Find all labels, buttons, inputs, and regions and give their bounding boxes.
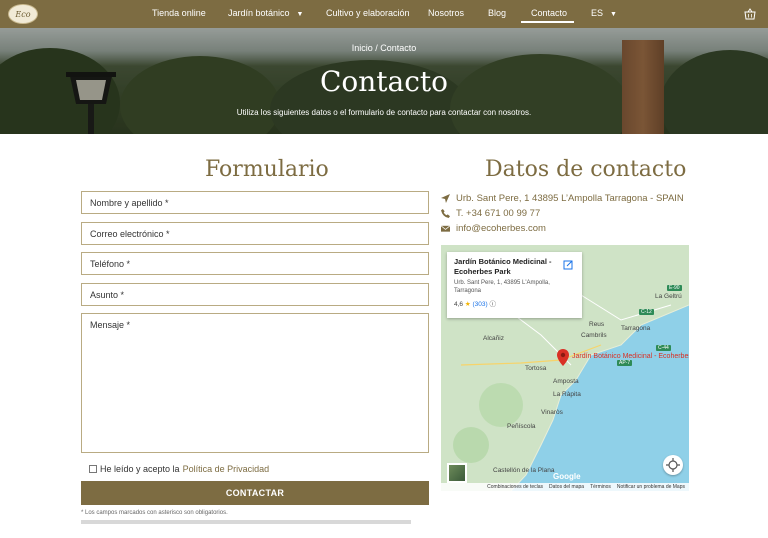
place-name[interactable]: Jardín Botánico Medicinal - Ecoherbes Pa…	[454, 257, 554, 277]
road-shield: C-44	[656, 345, 671, 351]
map-place-label: La Geltrú	[655, 293, 682, 300]
name-field[interactable]: Nombre y apellido *	[81, 191, 429, 214]
rating-value: 4,6	[454, 301, 464, 308]
map-data-link[interactable]: Datos del mapa	[549, 483, 584, 491]
active-nav-underline	[521, 21, 574, 23]
phone-icon	[441, 209, 450, 218]
open-in-maps-icon[interactable]	[563, 260, 573, 270]
page-title: Contacto	[319, 65, 449, 98]
nav-label: ES	[591, 8, 604, 18]
nav-label: Nosotros	[428, 8, 465, 18]
map-pin-icon[interactable]	[557, 349, 569, 366]
chevron-down-icon: ▼	[296, 11, 304, 18]
place-info-card[interactable]: Jardín Botánico Medicinal - Ecoherbes Pa…	[447, 252, 582, 318]
info-icon[interactable]: ⓘ	[490, 301, 497, 308]
form-title: Formulario	[205, 157, 329, 182]
nav-item-nosotros[interactable]: Nosotros	[428, 8, 464, 18]
hero-banner: Inicio / Contacto Contacto Utiliza los s…	[0, 28, 768, 134]
map-place-label: Amposta	[553, 378, 579, 385]
nav-label: Blog	[488, 8, 507, 18]
google-logo: Google	[553, 472, 581, 481]
terms-link[interactable]: Términos	[590, 483, 611, 491]
pin-label[interactable]: Jardín Botánico Medicinal - Ecoherbes	[572, 353, 689, 361]
map-place-label: La Ràpita	[553, 391, 581, 398]
keyboard-shortcuts-link[interactable]: Combinaciones de teclas	[487, 483, 543, 491]
nav-item-tienda-online[interactable]: Tienda online	[152, 8, 206, 18]
contact-title: Datos de contacto	[485, 157, 687, 182]
map-place-label: Castellón de la Plana	[493, 467, 555, 474]
privacy-policy-link[interactable]: Política de Privacidad	[183, 464, 270, 474]
map-footer: Combinaciones de teclas Datos del mapa T…	[441, 483, 689, 491]
nav-label: Jardín botánico	[228, 8, 290, 18]
map-layers-button[interactable]	[447, 463, 467, 483]
nav-item-blog[interactable]: Blog	[488, 8, 506, 18]
nav-label: Tienda online	[152, 8, 206, 18]
map-place-label: Reus	[589, 321, 605, 328]
consent-label: He leído y acepto la	[100, 464, 180, 474]
map-place-label: Alcañiz	[483, 335, 504, 342]
breadcrumb[interactable]: Inicio / Contacto	[0, 43, 768, 53]
email-field[interactable]: Correo electrónico *	[81, 222, 429, 245]
email-row[interactable]: info@ecoherbes.com	[441, 223, 546, 234]
chevron-down-icon: ▼	[610, 11, 617, 18]
address-text: Urb. Sant Pere, 1 43895 L’Ampolla Tarrag…	[456, 193, 684, 204]
field-placeholder: Teléfono *	[90, 259, 131, 269]
field-placeholder: Nombre y apellido *	[90, 198, 169, 208]
nav-item-contacto[interactable]: Contacto	[531, 8, 567, 18]
road-shield: C-12	[639, 309, 654, 315]
field-placeholder: Correo electrónico *	[90, 229, 170, 239]
address-row: Urb. Sant Pere, 1 43895 L’Ampolla Tarrag…	[441, 193, 684, 204]
phone-field[interactable]: Teléfono *	[81, 252, 429, 275]
road-shield: E-90	[667, 285, 682, 291]
email-text: info@ecoherbes.com	[456, 223, 546, 234]
privacy-checkbox[interactable]	[89, 465, 97, 473]
recenter-icon[interactable]	[663, 455, 683, 475]
required-fields-note: * Los campos marcados con asterisco son …	[81, 510, 228, 516]
ecoherbes-logo[interactable]: Eco	[8, 4, 38, 24]
place-rating: 4,6 ★ (303) ⓘ	[454, 298, 575, 308]
language-selector[interactable]: ES ▼	[591, 8, 617, 18]
cropped-legal-text	[81, 520, 411, 524]
map-place-label: Vinaròs	[541, 409, 563, 416]
map-place-label: Cambrils	[581, 332, 607, 339]
map-place-label: Peñíscola	[507, 423, 536, 430]
map-place-label: Tarragona	[621, 325, 651, 332]
subject-field[interactable]: Asunto *	[81, 283, 429, 306]
review-count-link[interactable]: (303)	[473, 301, 488, 308]
nav-item-cultivo-elaboracion[interactable]: Cultivo y elaboración	[326, 8, 410, 18]
top-navigation: Eco Tienda online Jardín botánico ▼ Culti…	[0, 0, 768, 28]
basket-icon[interactable]	[744, 8, 756, 20]
phone-row[interactable]: T. +34 671 00 99 77	[441, 208, 540, 219]
phone-text: T. +34 671 00 99 77	[456, 208, 541, 219]
field-placeholder: Mensaje *	[90, 320, 131, 330]
privacy-consent: He leído y acepto la Política de Privaci…	[89, 464, 269, 474]
place-address: Urb. Sant Pere, 1, 43895 L'Ampolla, Tarr…	[454, 280, 550, 294]
nav-label: Contacto	[531, 8, 568, 18]
message-textarea[interactable]: Mensaje *	[81, 313, 429, 453]
logo-text: Eco	[15, 9, 31, 19]
google-map[interactable]: Jardín Botánico Medicinal - Ecoherbes Pa…	[441, 245, 689, 491]
location-arrow-icon	[441, 194, 450, 203]
nav-item-jardin-botanico[interactable]: Jardín botánico ▼	[228, 8, 303, 18]
nav-label: Cultivo y elaboración	[326, 8, 410, 18]
star-icon: ★	[464, 301, 471, 308]
hero-subtitle: Utiliza los siguientes datos o el formul…	[236, 108, 532, 117]
contactar-button[interactable]: CONTACTAR	[81, 481, 429, 505]
envelope-icon	[441, 225, 450, 232]
report-problem-link[interactable]: Notificar un problema de Maps	[617, 483, 685, 491]
field-placeholder: Asunto *	[90, 290, 125, 300]
map-place-label: Tortosa	[525, 365, 547, 372]
